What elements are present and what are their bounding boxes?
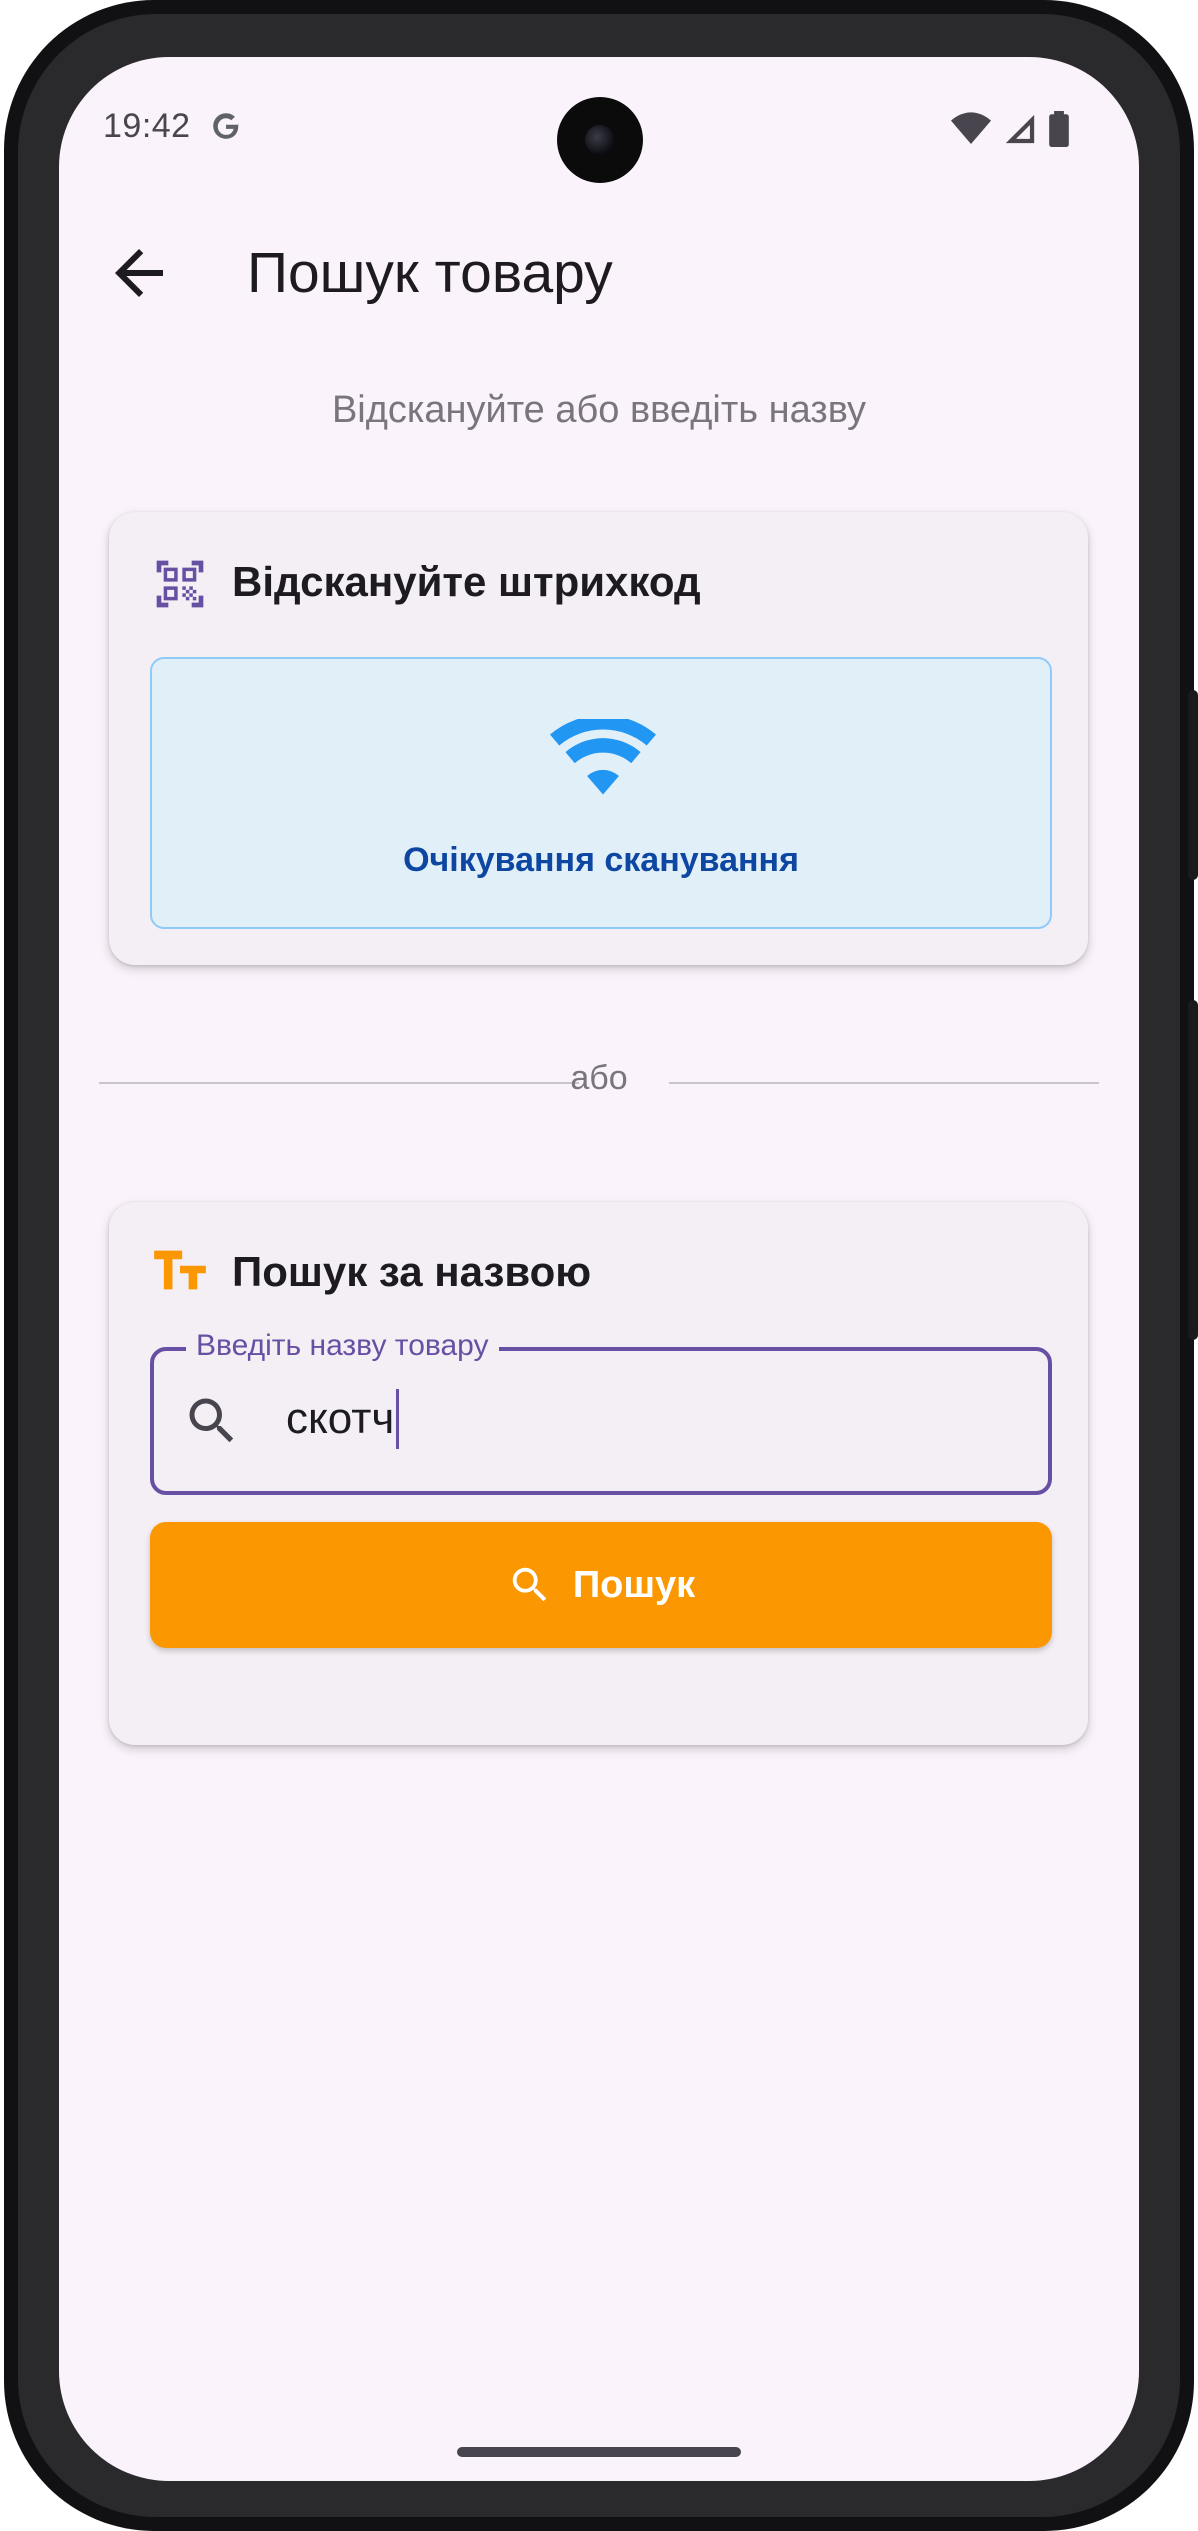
- scan-status-box: Очікування сканування: [150, 657, 1052, 929]
- scan-status-text: Очікування сканування: [403, 841, 799, 879]
- scan-card: Відскануйте штрихкод Очікування скануван…: [109, 512, 1088, 965]
- name-search-card: Пошук за назвою Введіть назву товару ско…: [109, 1202, 1088, 1745]
- input-text: скотч: [286, 1394, 395, 1443]
- search-button-label: Пошук: [572, 1563, 696, 1606]
- text-fields-icon: [154, 1250, 206, 1290]
- back-button[interactable]: [103, 237, 175, 309]
- cellular-signal-icon: [1005, 114, 1035, 144]
- search-icon: [512, 1567, 547, 1602]
- home-indicator[interactable]: [457, 2447, 741, 2457]
- power-button: [1188, 1000, 1198, 1340]
- divider-text: або: [570, 1059, 628, 1097]
- status-time: 19:42: [103, 107, 191, 145]
- page-title: Пошук товару: [247, 241, 613, 305]
- input-value: скотч: [286, 1389, 400, 1449]
- phone-frame: 19:42 Пошук товару Відскануйте або введі…: [4, 0, 1198, 2531]
- google-g-icon: [213, 113, 240, 139]
- search-icon: [189, 1398, 234, 1443]
- text-cursor: [396, 1389, 400, 1449]
- wifi-icon: [550, 719, 656, 795]
- search-button[interactable]: Пошук: [150, 1522, 1052, 1648]
- subtitle: Відскануйте або введіть назву: [331, 389, 867, 431]
- name-card-title: Пошук за назвою: [232, 1248, 592, 1295]
- scan-card-title: Відскануйте штрихкод: [232, 558, 701, 605]
- qr-code-scanner-icon: [156, 560, 204, 608]
- wifi-icon: [951, 112, 991, 144]
- front-camera: [557, 97, 643, 183]
- arrow-back-icon: [115, 249, 163, 297]
- screen: 19:42 Пошук товару Відскануйте або введі…: [59, 57, 1139, 2481]
- volume-button: [1188, 690, 1198, 880]
- status-icons: [951, 111, 1069, 147]
- input-label: Введіть назву товару: [186, 1329, 499, 1363]
- battery-icon: [1049, 111, 1069, 147]
- product-name-input[interactable]: Введіть назву товару скотч: [150, 1329, 1052, 1495]
